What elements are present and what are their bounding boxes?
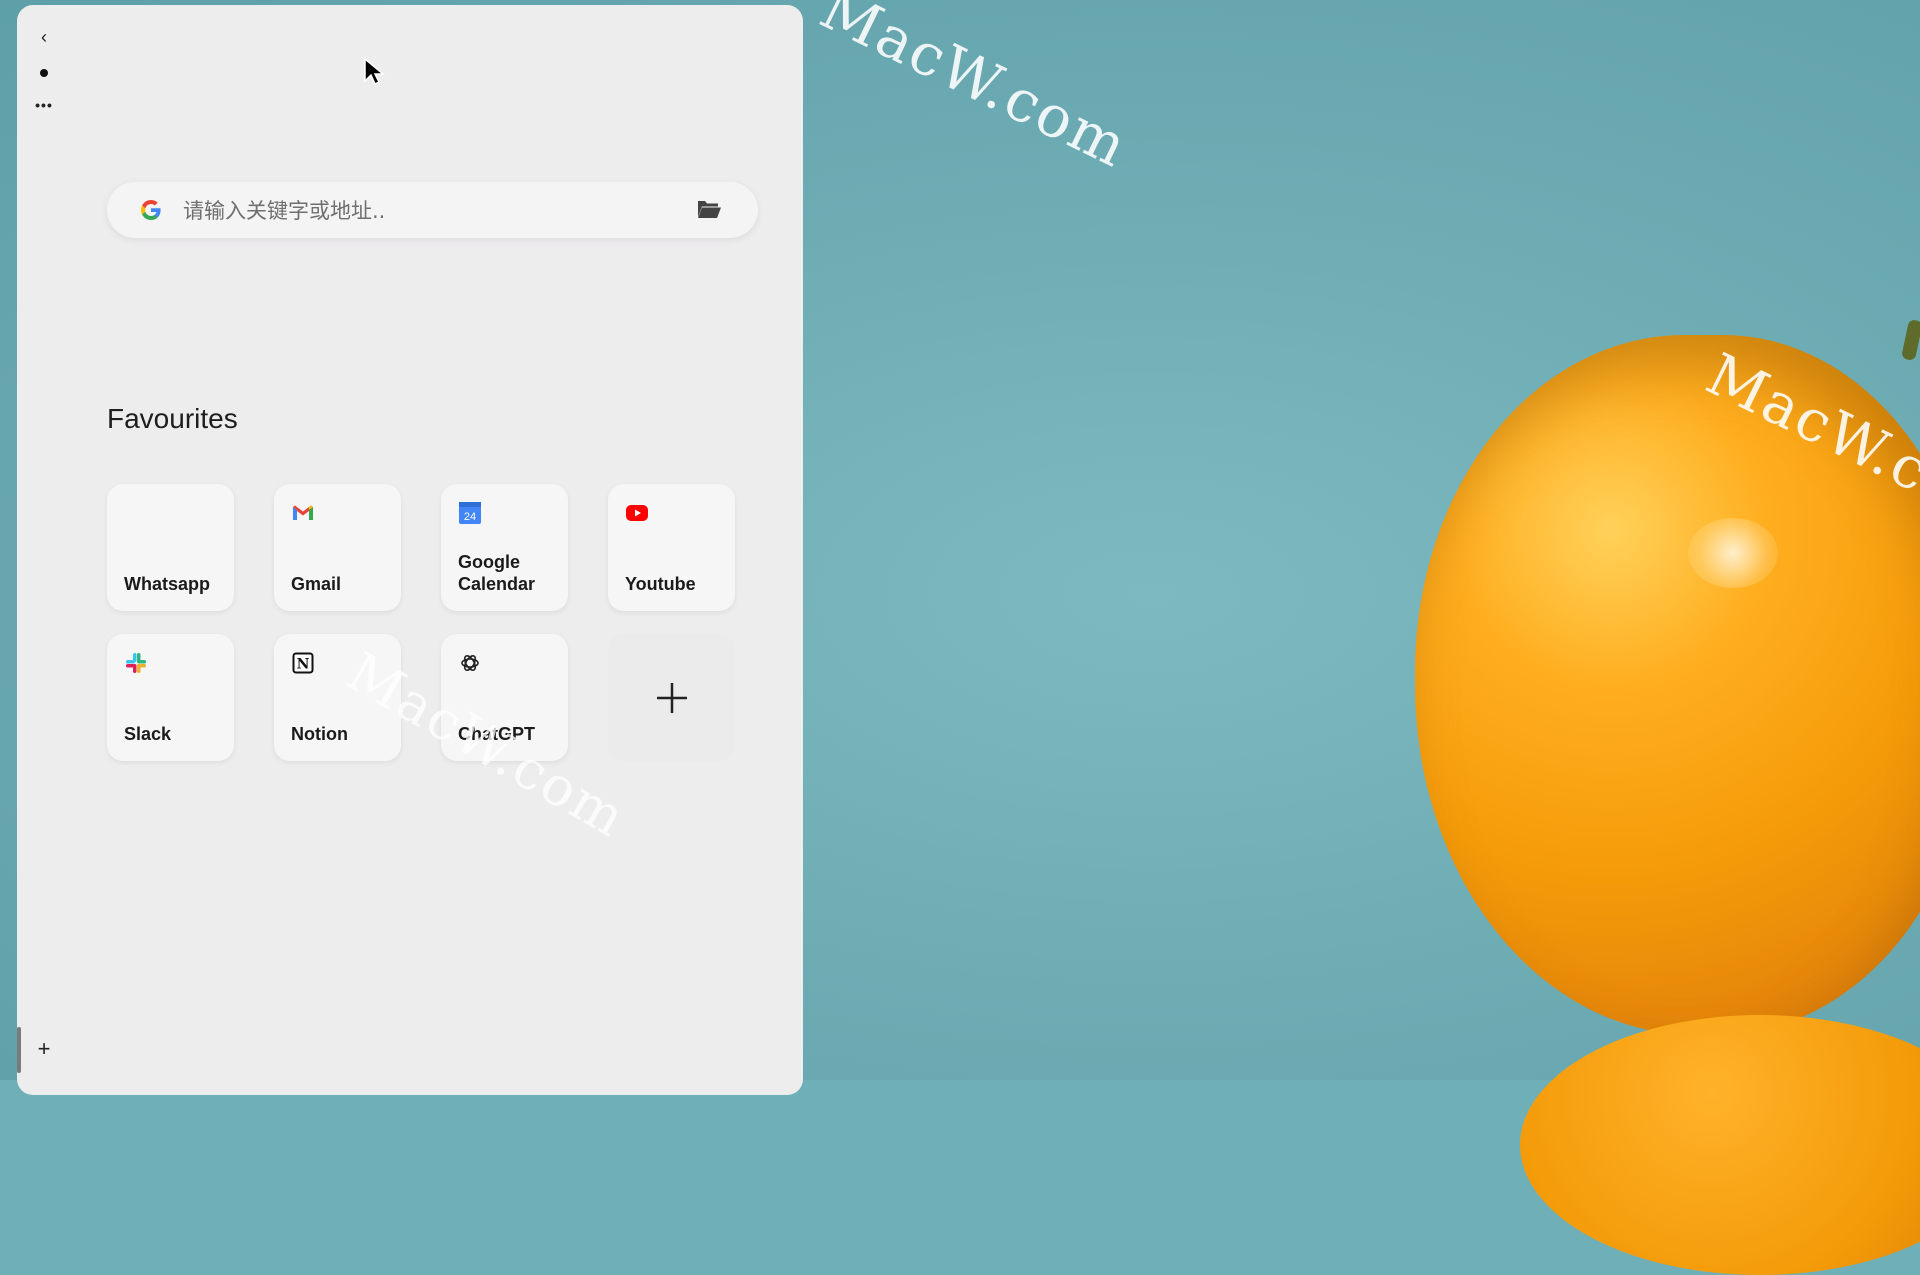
ellipsis-icon: ••• [35, 97, 53, 113]
tile-label: Slack [124, 724, 172, 744]
slack-icon [126, 653, 146, 673]
tile-label: Gmail [291, 574, 342, 594]
plus-icon [657, 683, 687, 713]
sidebar-edge-handle[interactable] [17, 1027, 21, 1073]
svg-text:N: N [297, 657, 310, 673]
back-button[interactable]: ‹ [29, 25, 59, 49]
add-space-button[interactable]: + [29, 1036, 59, 1061]
plus-icon: + [37, 1036, 51, 1061]
chevron-left-icon: ‹ [41, 26, 47, 47]
tile-label: Notion [291, 724, 348, 744]
favourite-tile-slack[interactable]: Slack [107, 634, 234, 761]
google-calendar-icon: 24 [459, 502, 481, 524]
more-options-button[interactable]: ••• [29, 93, 59, 117]
favourites-heading: Favourites [107, 403, 238, 434]
space-indicator-dot[interactable] [29, 61, 59, 85]
search-input[interactable] [181, 192, 665, 230]
gmail-icon [293, 505, 313, 520]
dot-icon [40, 69, 48, 77]
tile-label: Whatsapp [124, 574, 211, 594]
notion-icon: N [292, 652, 314, 674]
google-icon [141, 200, 161, 220]
browser-sidebar-panel: ‹ ••• + Favourites Whatsapp [17, 5, 803, 1095]
svg-text:24: 24 [464, 511, 476, 523]
favourite-tile-google-calendar[interactable]: 24 Google Calendar [441, 484, 568, 611]
orange-highlight [1688, 518, 1778, 588]
search-bar[interactable] [107, 182, 758, 238]
tile-label: Google Calendar [458, 552, 536, 594]
tile-label: Youtube [625, 574, 696, 594]
add-favourite-button[interactable] [608, 634, 735, 761]
mouse-pointer-icon [364, 57, 385, 86]
favourite-tile-gmail[interactable]: Gmail [274, 484, 401, 611]
favourite-tile-youtube[interactable]: Youtube [608, 484, 735, 611]
chatgpt-icon [461, 654, 479, 672]
favourite-tile-whatsapp[interactable]: Whatsapp [107, 484, 234, 611]
folder-open-icon[interactable] [696, 198, 722, 220]
youtube-icon [626, 505, 648, 521]
